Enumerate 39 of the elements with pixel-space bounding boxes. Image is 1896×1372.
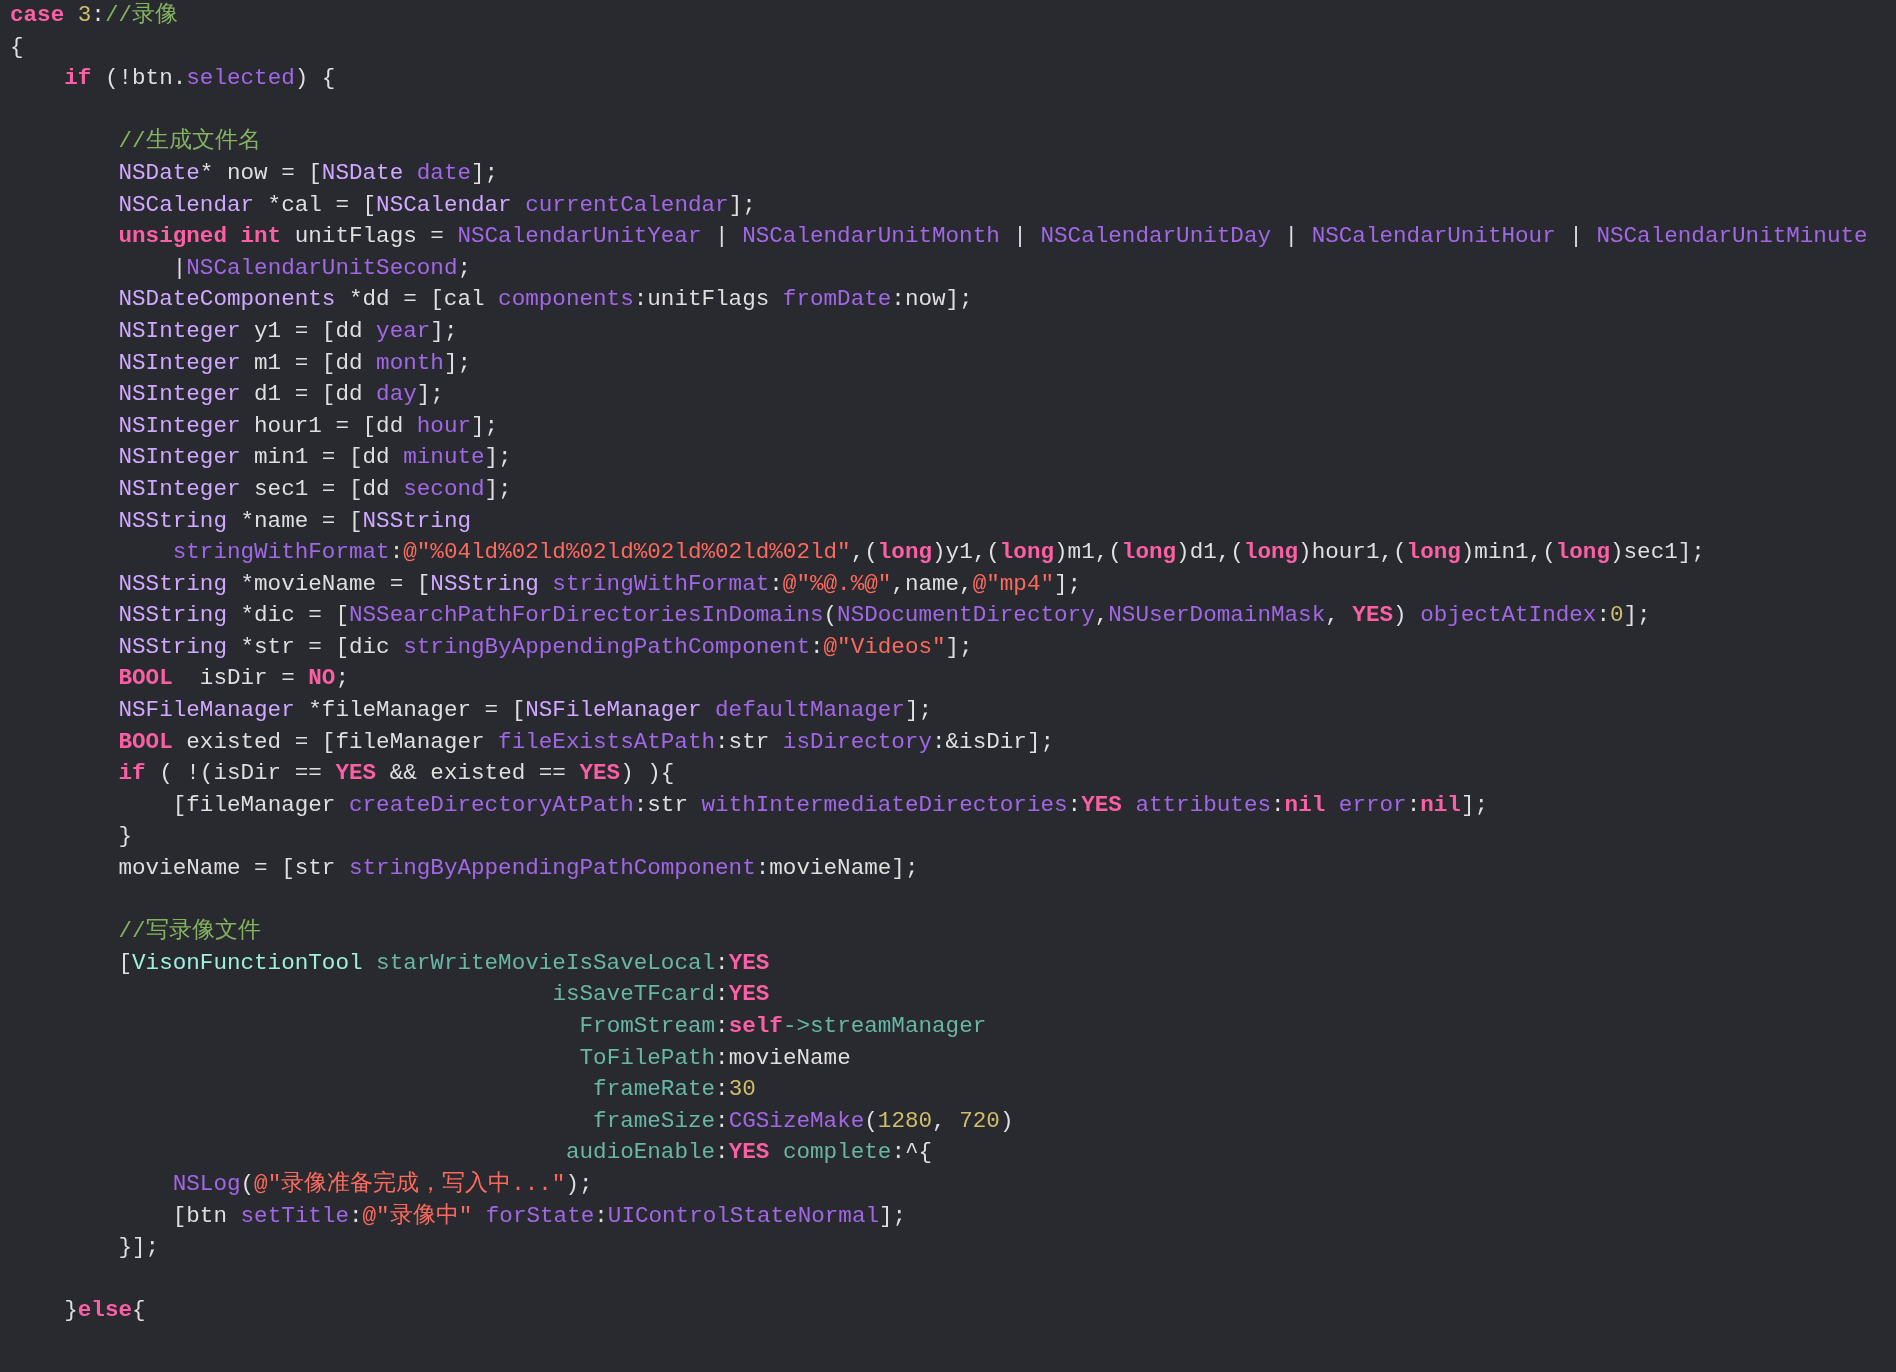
- code-line: NSInteger m1 = [dd month];: [118, 348, 471, 378]
- code-line: NSString *str = [dic stringByAppendingPathComponent:@"Videos"];: [118, 632, 973, 662]
- code-line: NSInteger d1 = [dd day];: [118, 380, 444, 410]
- code-line: frameRate:30: [593, 1075, 756, 1105]
- code-line: }else{: [64, 1296, 146, 1326]
- code-line: stringWithFormat:@"%04ld%02ld%02ld%02ld%02ld%02ld",(long)y1,(long)m1,(long)d1,(long)hour1,(long)min1,(long)sec1];: [172, 538, 1705, 568]
- code-line: unsigned int unitFlags = NSCalendarUnitYear | NSCalendarUnitMonth | NSCalendarUnitDay | NSCalendarUnitHour | NSCalendarUnitMinute: [118, 222, 1868, 252]
- code-line: frameSize:CGSizeMake(1280, 720): [593, 1106, 1014, 1136]
- code-line: [fileManager createDirectoryAtPath:str withIntermediateDirectories:YES attributes:nil error:nil];: [172, 790, 1488, 820]
- code-line: ToFilePath:movieName: [579, 1043, 851, 1073]
- code-line: //写录像文件: [118, 917, 261, 947]
- code-line: isSaveTFcard:YES: [552, 980, 770, 1010]
- code-line: NSString *name = [NSString: [118, 506, 471, 536]
- code-line: FromStream:self->streamManager: [579, 1012, 987, 1041]
- code-line: if (!btn.selected) {: [64, 64, 336, 94]
- code-line: NSLog(@"录像准备完成，写入中...");: [172, 1169, 593, 1199]
- code-line: |NSCalendarUnitSecond;: [172, 253, 471, 283]
- code-line: BOOL isDir = NO;: [118, 664, 349, 694]
- code-line: {: [10, 32, 24, 62]
- code-line: NSFileManager *fileManager = [NSFileManager defaultManager];: [118, 696, 932, 726]
- code-line: }: [118, 822, 133, 852]
- code-line: NSInteger min1 = [dd minute];: [118, 443, 512, 473]
- code-line: audioEnable:YES complete:^{: [565, 1138, 933, 1168]
- code-line: NSDate* now = [NSDate date];: [118, 158, 499, 188]
- code-line: movieName = [str stringByAppendingPathComponent:movieName];: [118, 854, 919, 884]
- code-line: NSCalendar *cal = [NSCalendar currentCalendar];: [118, 190, 756, 220]
- code-line: //生成文件名: [118, 127, 261, 157]
- code-line: NSDateComponents *dd = [cal components:unitFlags fromDate:now];: [118, 285, 973, 315]
- code-line: case 3://录像: [10, 1, 179, 30]
- code-line: [VisonFunctionTool starWriteMovieIsSaveLocal:YES: [118, 948, 770, 978]
- code-line: NSInteger sec1 = [dd second];: [118, 474, 512, 504]
- code-line: }];: [118, 1233, 160, 1263]
- code-line: NSString *dic = [NSSearchPathForDirectoriesInDomains(NSDocumentDirectory,NSUserDomainMask, YES) objectAtIndex:0];: [118, 601, 1651, 631]
- code-line: NSInteger y1 = [dd year];: [118, 316, 458, 346]
- code-line: if ( !(isDir == YES && existed == YES) ){: [118, 759, 675, 789]
- code-line: NSString *movieName = [NSString stringWithFormat:@"%@.%@",name,@"mp4"];: [118, 569, 1082, 599]
- code-line: [btn setTitle:@"录像中" forState:UIControlStateNormal];: [172, 1201, 907, 1231]
- code-line: NSInteger hour1 = [dd hour];: [118, 411, 499, 441]
- code-line: BOOL existed = [fileManager fileExistsAtPath:str isDirectory:&isDir];: [118, 727, 1055, 757]
